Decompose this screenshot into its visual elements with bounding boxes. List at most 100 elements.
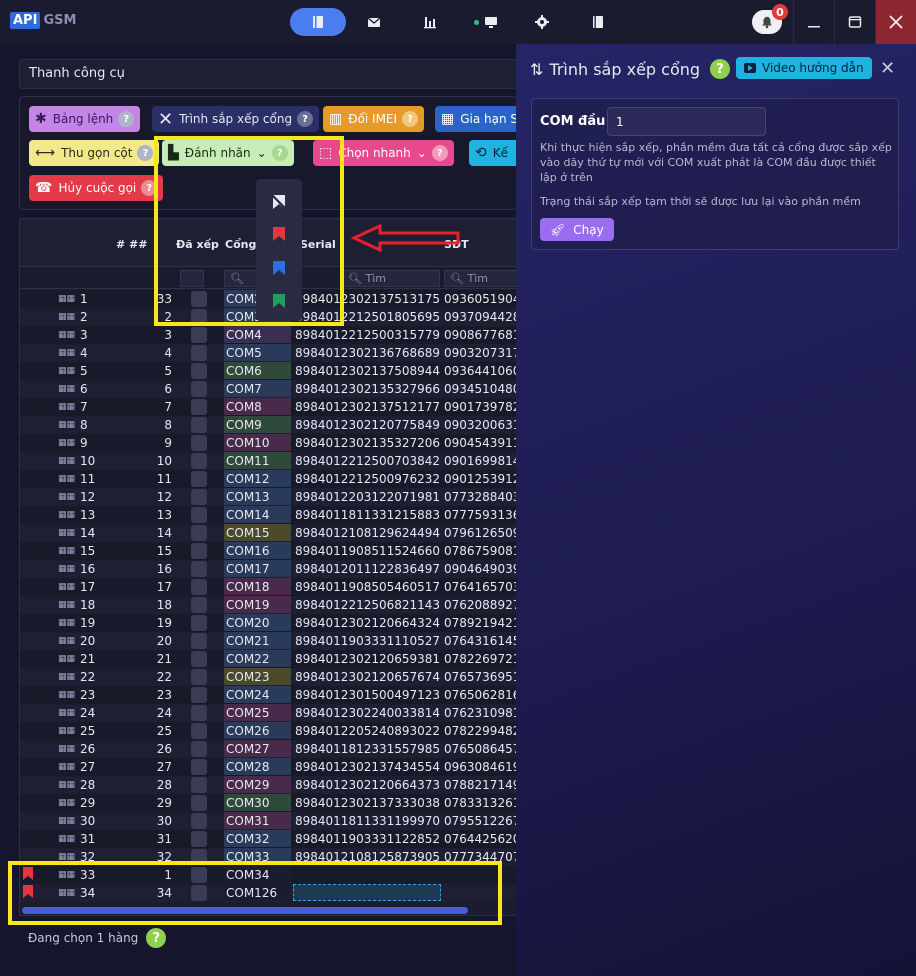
table-row[interactable]: ▦▦ 9 9 COM10 8984012302135327206 0904543911	[20, 434, 516, 452]
drag-handle-icon[interactable]: ▦▦	[58, 816, 75, 826]
row-checkbox[interactable]	[191, 597, 207, 613]
drag-handle-icon[interactable]: ▦▦	[58, 330, 75, 340]
row-checkbox[interactable]	[191, 381, 207, 397]
row-checkbox[interactable]	[191, 489, 207, 505]
drag-handle-icon[interactable]: ▦▦	[58, 528, 75, 538]
serial-filter-input[interactable]: 🔍︎ Tìm	[342, 270, 440, 287]
refresh-button[interactable]: ⟲ Kế	[469, 140, 516, 166]
nav-docs-button[interactable]	[570, 8, 626, 36]
row-checkbox[interactable]	[191, 651, 207, 667]
header-index[interactable]: # ##	[116, 238, 147, 251]
row-checkbox[interactable]	[191, 507, 207, 523]
drag-handle-icon[interactable]: ▦▦	[58, 420, 75, 430]
row-checkbox[interactable]	[191, 525, 207, 541]
drag-handle-icon[interactable]: ▦▦	[58, 402, 75, 412]
change-imei-button[interactable]: ▥ Đổi IMEI?	[323, 106, 425, 132]
close-panel-icon[interactable]: ✕	[880, 58, 895, 79]
table-row[interactable]: ▦▦ 24 24 COM25 8984012302240033814 0762310981	[20, 704, 516, 722]
maximize-button[interactable]	[834, 0, 875, 44]
drag-handle-icon[interactable]: ▦▦	[58, 366, 75, 376]
cancel-call-button[interactable]: ☎ Hủy cuộc gọi?	[29, 175, 164, 201]
table-row[interactable]: ▦▦ 27 27 COM28 8984012302137434554 0963084619	[20, 758, 516, 776]
row-checkbox[interactable]	[191, 561, 207, 577]
drag-handle-icon[interactable]: ▦▦	[58, 618, 75, 628]
row-checkbox[interactable]	[191, 795, 207, 811]
table-row[interactable]: ▦▦ 4 4 COM5 8984012302136768689 0903207317	[20, 344, 516, 362]
table-row[interactable]: ▦▦ 13 13 COM14 8984011811331215883 0777593136	[20, 506, 516, 524]
command-table-button[interactable]: ✱ Bảng lệnh?	[29, 106, 141, 132]
video-guide-button[interactable]: Video hướng dẫn	[736, 57, 872, 79]
extend-limit-button[interactable]: ▦ Gia hạn S	[435, 106, 516, 132]
nav-settings-button[interactable]	[514, 8, 570, 36]
drag-handle-icon[interactable]: ▦▦	[58, 744, 75, 754]
drag-handle-icon[interactable]: ▦▦	[58, 492, 75, 502]
drag-handle-icon[interactable]: ▦▦	[58, 600, 75, 610]
table-row[interactable]: ▦▦ 6 6 COM7 8984012302135327966 0934510480	[20, 380, 516, 398]
table-row[interactable]: ▦▦ 28 28 COM29 8984012302120664373 0788217149	[20, 776, 516, 794]
drag-handle-icon[interactable]: ▦▦	[58, 798, 75, 808]
table-row[interactable]: ▦▦ 14 14 COM15 8984012108129624494 0796126509	[20, 524, 516, 542]
row-checkbox[interactable]	[191, 741, 207, 757]
row-checkbox[interactable]	[191, 543, 207, 559]
row-checkbox[interactable]	[191, 669, 207, 685]
drag-handle-icon[interactable]: ▦▦	[58, 456, 75, 466]
table-row[interactable]: ▦▦ 29 29 COM30 8984012302137333038 0783313261	[20, 794, 516, 812]
drag-handle-icon[interactable]: ▦▦	[58, 564, 75, 574]
row-checkbox[interactable]	[191, 615, 207, 631]
drag-handle-icon[interactable]: ▦▦	[58, 636, 75, 646]
drag-handle-icon[interactable]: ▦▦	[58, 762, 75, 772]
table-row[interactable]: ▦▦ 12 12 COM13 8984012203122071981 0773288403	[20, 488, 516, 506]
nav-chart-button[interactable]	[402, 8, 458, 36]
row-checkbox[interactable]	[191, 705, 207, 721]
table-row[interactable]: ▦▦ 18 18 COM19 8984012212506821143 0762088927	[20, 596, 516, 614]
nav-mail-button[interactable]	[346, 8, 402, 36]
drag-handle-icon[interactable]: ▦▦	[58, 654, 75, 664]
row-checkbox[interactable]	[191, 579, 207, 595]
row-checkbox[interactable]	[191, 813, 207, 829]
row-checkbox[interactable]	[191, 327, 207, 343]
table-row[interactable]: ▦▦ 30 30 COM31 8984011811331199970 0795512267	[20, 812, 516, 830]
row-checkbox[interactable]	[191, 363, 207, 379]
drag-handle-icon[interactable]: ▦▦	[58, 708, 75, 718]
table-row[interactable]: ▦▦ 25 25 COM26 8984012205240893022 0782299482	[20, 722, 516, 740]
row-checkbox[interactable]	[191, 471, 207, 487]
close-window-button[interactable]	[875, 0, 916, 44]
table-row[interactable]: ▦▦ 22 22 COM23 8984012302120657674 0765736951	[20, 668, 516, 686]
drag-handle-icon[interactable]: ▦▦	[58, 312, 75, 322]
table-row[interactable]: ▦▦ 26 26 COM27 8984011812331557985 0765086457	[20, 740, 516, 758]
minimize-button[interactable]	[793, 0, 834, 44]
nav-monitor-button[interactable]	[458, 8, 514, 36]
table-row[interactable]: ▦▦ 20 20 COM21 8984011903331110527 0764316145	[20, 632, 516, 650]
drag-handle-icon[interactable]: ▦▦	[58, 780, 75, 790]
row-checkbox[interactable]	[191, 723, 207, 739]
help-icon[interactable]: ?	[146, 928, 167, 948]
table-row[interactable]: ▦▦ 3 3 COM4 8984012212500315779 0908677681	[20, 326, 516, 344]
port-sort-button[interactable]: ✕ Trình sắp xếp cổng?	[152, 106, 320, 132]
row-checkbox[interactable]	[191, 345, 207, 361]
row-checkbox[interactable]	[191, 435, 207, 451]
drag-handle-icon[interactable]: ▦▦	[58, 510, 75, 520]
help-icon[interactable]: ?	[710, 59, 731, 79]
table-row[interactable]: ▦▦ 21 21 COM22 8984012302120659381 0782269721	[20, 650, 516, 668]
table-row[interactable]: ▦▦ 8 8 COM9 8984012302120775849 0903200631	[20, 416, 516, 434]
table-row[interactable]: ▦▦ 31 31 COM32 8984011903331122852 0764425620	[20, 830, 516, 848]
table-row[interactable]: ▦▦ 11 11 COM12 8984012212500976232 0901253912	[20, 470, 516, 488]
table-row[interactable]: ▦▦ 23 23 COM24 8984012301500497123 0765062816	[20, 686, 516, 704]
run-button[interactable]: 🚀︎ Chạy	[540, 218, 614, 241]
drag-handle-icon[interactable]: ▦▦	[58, 474, 75, 484]
drag-handle-icon[interactable]: ▦▦	[58, 690, 75, 700]
row-checkbox[interactable]	[191, 417, 207, 433]
row-checkbox[interactable]	[191, 759, 207, 775]
drag-handle-icon[interactable]: ▦▦	[58, 582, 75, 592]
drag-handle-icon[interactable]: ▦▦	[58, 726, 75, 736]
table-row[interactable]: ▦▦ 15 15 COM16 8984011908511524660 0786759081	[20, 542, 516, 560]
row-checkbox[interactable]	[191, 399, 207, 415]
table-row[interactable]: ▦▦ 10 10 COM11 8984012212500703842 0901699814	[20, 452, 516, 470]
phone-filter-input[interactable]: 🔍︎ Tìm	[444, 270, 516, 287]
row-checkbox[interactable]	[191, 453, 207, 469]
drag-handle-icon[interactable]: ▦▦	[58, 834, 75, 844]
collapse-columns-button[interactable]: ⟷ Thu gọn cột?	[29, 140, 160, 166]
table-row[interactable]: ▦▦ 16 16 COM17 8984012011122836497 0904649039	[20, 560, 516, 578]
drag-handle-icon[interactable]: ▦▦	[58, 294, 75, 304]
row-checkbox[interactable]	[191, 831, 207, 847]
